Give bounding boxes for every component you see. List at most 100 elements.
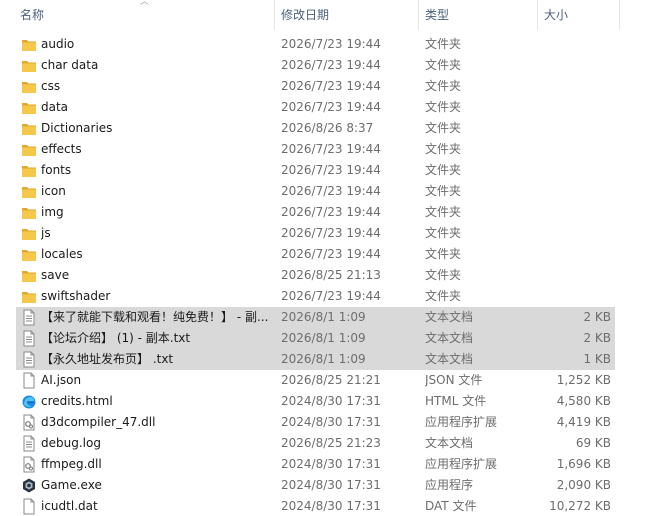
file-date: 2026/7/23 19:44 [281,205,381,219]
file-row[interactable]: icudtl.dat 2024/8/30 17:31 DAT 文件 10,272 KB [0,496,670,516]
file-name[interactable]: img [41,202,273,223]
file-name[interactable]: Game.exe [41,475,273,496]
file-row[interactable]: Dictionaries 2026/8/26 8:37 文件夹 [0,118,670,139]
file-name[interactable]: save [41,265,273,286]
file-row[interactable]: credits.html 2024/8/30 17:31 HTML 文件 4,580 … [0,391,670,412]
file-date: 2026/8/25 21:21 [281,373,381,387]
file-date: 2026/8/25 21:13 [281,268,381,282]
file-date: 2024/8/30 17:31 [281,415,381,429]
file-date: 2026/7/23 19:44 [281,247,381,261]
file-name[interactable]: fonts [41,160,273,181]
file-row[interactable]: Game.exe 2024/8/30 17:31 应用程序 2,090 KB [0,475,670,496]
file-row[interactable]: audio 2026/7/23 19:44 文件夹 [0,34,670,55]
file-row[interactable]: swiftshader 2026/7/23 19:44 文件夹 [0,286,670,307]
file-type: 文本文档 [425,436,474,450]
column-header-name[interactable]: 名称 [14,0,274,30]
file-name[interactable]: icudtl.dat [41,496,273,516]
file-date: 2026/7/23 19:44 [281,58,381,72]
file-date: 2024/8/30 17:31 [281,457,381,471]
file-name[interactable]: 【来了就能下载和观看！纯免费！】 - 副... [41,307,273,328]
file-type: 文件夹 [425,58,462,72]
file-size [538,118,611,139]
file-type: 文件夹 [425,184,462,198]
file-name[interactable]: debug.log [41,433,273,454]
file-size [538,139,611,160]
file-name[interactable]: ffmpeg.dll [41,454,273,475]
file-date: 2024/8/30 17:31 [281,499,381,513]
file-size: 2,090 KB [556,478,611,492]
file-size [538,160,611,181]
column-header-bar: ︿ 名称 修改日期 类型 大小 [0,0,670,30]
file-name[interactable]: effects [41,139,273,160]
file-type: 文件夹 [425,121,462,135]
dll-file-icon [21,456,37,473]
text-file-icon [21,435,37,452]
file-date: 2026/7/23 19:44 [281,226,381,240]
folder-icon [21,36,37,53]
file-type: 文件夹 [425,100,462,114]
file-name[interactable]: AI.json [41,370,273,391]
file-name[interactable]: credits.html [41,391,273,412]
file-name[interactable]: d3dcompiler_47.dll [41,412,273,433]
file-size: 2 KB [583,331,611,345]
file-name[interactable]: char data [41,55,273,76]
file-name[interactable]: audio [41,34,273,55]
folder-icon [21,288,37,305]
file-type: 文件夹 [425,205,462,219]
folder-icon [21,267,37,284]
file-row[interactable]: 【来了就能下载和观看！纯免费！】 - 副... 2026/8/1 1:09 文本文档… [0,307,670,328]
file-row[interactable]: AI.json 2026/8/25 21:21 JSON 文件 1,252 KB [0,370,670,391]
column-header-date[interactable]: 修改日期 [275,0,418,30]
dll-file-icon [21,414,37,431]
file-name[interactable]: icon [41,181,273,202]
folder-icon [21,141,37,158]
file-row[interactable]: data 2026/7/23 19:44 文件夹 [0,97,670,118]
file-size: 2 KB [583,310,611,324]
file-row[interactable]: icon 2026/7/23 19:44 文件夹 [0,181,670,202]
file-size: 4,580 KB [556,394,611,408]
file-date: 2026/7/23 19:44 [281,184,381,198]
file-row[interactable]: save 2026/8/25 21:13 文件夹 [0,265,670,286]
file-size [538,97,611,118]
folder-icon [21,99,37,116]
text-file-icon [21,351,37,368]
file-size: 1 KB [583,352,611,366]
file-name[interactable]: locales [41,244,273,265]
text-file-icon [21,330,37,347]
file-name[interactable]: css [41,76,273,97]
file-type: 文件夹 [425,247,462,261]
file-name[interactable]: data [41,97,273,118]
file-row[interactable]: js 2026/7/23 19:44 文件夹 [0,223,670,244]
file-name[interactable]: Dictionaries [41,118,273,139]
file-name[interactable]: 【永久地址发布页】 .txt [41,349,273,370]
folder-icon [21,120,37,137]
edge-html-icon [21,393,37,410]
file-row[interactable]: debug.log 2026/8/25 21:23 文本文档 69 KB [0,433,670,454]
blank-file-icon [21,498,37,515]
file-row[interactable]: ffmpeg.dll 2024/8/30 17:31 应用程序扩展 1,696 KB [0,454,670,475]
file-type: 文本文档 [425,352,474,366]
column-header-size[interactable]: 大小 [538,0,620,30]
file-size [538,34,611,55]
file-row[interactable]: locales 2026/7/23 19:44 文件夹 [0,244,670,265]
file-name[interactable]: 【论坛介绍】 (1) - 副本.txt [41,328,273,349]
file-date: 2026/7/23 19:44 [281,289,381,303]
file-row[interactable]: char data 2026/7/23 19:44 文件夹 [0,55,670,76]
column-divider[interactable] [619,0,620,30]
file-row[interactable]: fonts 2026/7/23 19:44 文件夹 [0,160,670,181]
file-row[interactable]: 【永久地址发布页】 .txt 2026/8/1 1:09 文本文档 1 KB [0,349,670,370]
file-row[interactable]: 【论坛介绍】 (1) - 副本.txt 2026/8/1 1:09 文本文档 2 KB [0,328,670,349]
file-row[interactable]: effects 2026/7/23 19:44 文件夹 [0,139,670,160]
column-header-type[interactable]: 类型 [419,0,537,30]
file-row[interactable]: d3dcompiler_47.dll 2024/8/30 17:31 应用程序扩展 4… [0,412,670,433]
file-date: 2024/8/30 17:31 [281,394,381,408]
file-row[interactable]: img 2026/7/23 19:44 文件夹 [0,202,670,223]
file-row[interactable]: css 2026/7/23 19:44 文件夹 [0,76,670,97]
file-type: JSON 文件 [425,373,483,387]
folder-icon [21,183,37,200]
file-size: 4,419 KB [556,415,611,429]
file-name[interactable]: js [41,223,273,244]
text-file-icon [21,309,37,326]
file-name[interactable]: swiftshader [41,286,273,307]
file-date: 2026/8/26 8:37 [281,121,374,135]
